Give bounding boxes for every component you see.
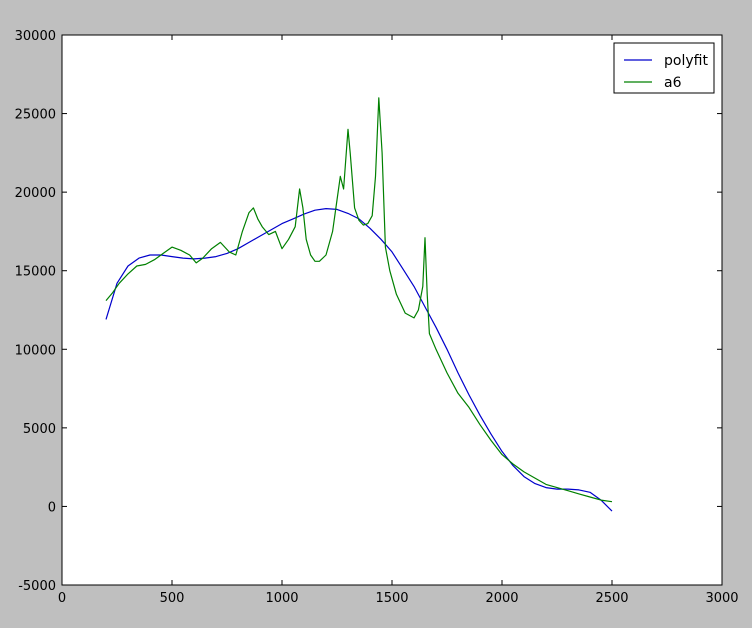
y-tick-label: 15000	[15, 265, 56, 280]
legend-label-a6: a6	[664, 75, 682, 91]
x-tick-label: 500	[160, 591, 185, 606]
y-tick-label: 10000	[15, 343, 56, 358]
x-tick-label: 2500	[595, 591, 628, 606]
y-tick-label: 30000	[15, 29, 56, 44]
legend-label-polyfit: polyfit	[664, 53, 708, 69]
x-tick-label: 0	[58, 591, 66, 606]
chart: 0 500 1000 1500 2000 2500 3000-500005000100001…	[15, 29, 739, 606]
y-tick-label: 25000	[15, 108, 56, 123]
x-tick-label: 3000	[705, 591, 738, 606]
legend: polyfit a6	[613, 42, 715, 94]
y-tick-label: 20000	[15, 186, 56, 201]
y-tick-label: 5000	[23, 422, 56, 437]
x-tick-label: 2000	[485, 591, 518, 606]
y-tick-label: 0	[48, 500, 56, 515]
plot-area	[61, 34, 723, 586]
x-tick-label: 1000	[265, 591, 298, 606]
x-tick-label: 1500	[375, 591, 408, 606]
y-tick-label: -5000	[18, 579, 56, 594]
